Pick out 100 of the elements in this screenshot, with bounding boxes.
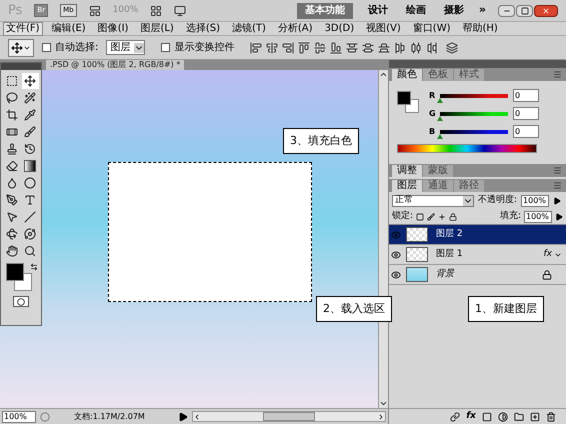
eye-icon — [391, 270, 401, 280]
panel-tab[interactable]: 色板 — [423, 69, 453, 81]
pen-icon — [6, 194, 18, 206]
type-icon — [24, 194, 36, 206]
lock-all-icon — [449, 212, 458, 220]
panel-tab[interactable]: 颜色 — [392, 69, 422, 81]
link-icon — [450, 412, 460, 422]
layer-name: 图层 1 — [436, 248, 464, 261]
quick-mask-button[interactable] — [13, 296, 29, 307]
document-tab[interactable]: .PSD @ 100% (图层 2, RGB/8#) * — [46, 60, 184, 70]
panel-tab[interactable]: 样式 — [454, 69, 484, 81]
layer-row[interactable]: 图层 2 — [389, 225, 566, 245]
checkbox[interactable] — [42, 43, 51, 52]
bandage-icon — [6, 126, 18, 138]
panel-tab[interactable]: 蒙版 — [423, 165, 453, 177]
close-icon — [542, 6, 550, 14]
opacity-slider-icon — [553, 196, 562, 204]
auto-select-dropdown[interactable]: 图层 — [106, 40, 146, 55]
fill-label: 填充: — [500, 210, 521, 223]
menu-item[interactable]: 帮助(H) — [460, 22, 501, 36]
fill-field[interactable]: 100% — [524, 210, 552, 222]
panel-tab[interactable]: 图层 — [392, 180, 422, 192]
menu-item[interactable]: 视图(V) — [363, 22, 404, 36]
document-size: 文档:1.17M/2.07M — [74, 410, 146, 422]
zoom-icon — [24, 245, 36, 257]
menu-item[interactable]: 文件(F) — [3, 22, 43, 36]
maximize-icon — [520, 6, 528, 14]
gradient-icon[interactable] — [24, 160, 36, 172]
menu-item[interactable]: 滤镜(T) — [228, 22, 269, 36]
menu-item[interactable]: 窗口(W) — [410, 22, 454, 36]
distribute-icon — [378, 42, 390, 54]
panel-tab[interactable]: 路径 — [454, 180, 484, 192]
mask-icon — [482, 412, 492, 422]
color-spectrum-bar[interactable] — [397, 144, 537, 153]
trash-icon — [546, 412, 556, 422]
layer-row[interactable]: 图层 1 fx — [389, 245, 566, 265]
align-icon — [330, 42, 342, 54]
adjustment-icon — [498, 412, 508, 422]
eye-icon — [391, 230, 401, 240]
distribute-icon — [346, 42, 358, 54]
align-icon — [314, 42, 326, 54]
status-menu-icon — [178, 412, 188, 422]
tool-preset-button[interactable] — [8, 38, 34, 56]
folder-icon — [514, 412, 524, 422]
callout-label: 1、新建图层 — [468, 296, 544, 322]
panel-tab[interactable]: 通道 — [423, 180, 453, 192]
scroll-thumb[interactable] — [263, 412, 315, 421]
channel-value-field[interactable]: 0 — [513, 125, 539, 138]
effects-label: fx — [544, 248, 552, 261]
align-icon — [250, 42, 262, 54]
workspace-button[interactable]: 绘画 — [402, 2, 429, 18]
distribute-icon — [426, 42, 438, 54]
line-icon — [24, 211, 36, 223]
menu-item[interactable]: 图像(I) — [94, 22, 132, 36]
caret-icon — [134, 42, 144, 52]
menu-item[interactable]: 选择(S) — [182, 22, 223, 36]
new-layer-icon — [530, 412, 540, 422]
color-swatches[interactable] — [4, 263, 30, 291]
slider-thumb[interactable] — [437, 116, 443, 120]
burn-icon — [24, 177, 36, 189]
history-brush-icon — [24, 143, 36, 155]
channel-value-field[interactable]: 0 — [513, 107, 539, 120]
blend-mode-dropdown[interactable]: 正常 — [392, 194, 474, 206]
arrange-icon — [150, 4, 162, 16]
menu-item[interactable]: 编辑(E) — [48, 22, 89, 36]
lasso-icon — [6, 92, 18, 104]
mask-circle-icon — [17, 298, 25, 306]
scroll-up-icon — [379, 70, 388, 79]
stamp-icon — [6, 143, 18, 155]
slider-thumb[interactable] — [437, 134, 443, 138]
more-workspaces-button[interactable]: » — [478, 2, 486, 19]
workspace-button[interactable]: 摄影 — [440, 2, 467, 18]
menu-item[interactable]: 分析(A) — [274, 22, 316, 36]
screen-mode-icon — [174, 4, 186, 16]
swap-colors-icon — [30, 263, 38, 271]
layer-row[interactable]: 背景 — [389, 265, 566, 285]
auto-select-label: 自动选择: — [55, 40, 98, 55]
workspace-button[interactable]: 设计 — [364, 2, 391, 18]
panel-menu-icon — [553, 70, 562, 79]
slider-thumb[interactable] — [437, 98, 443, 102]
panel-menu-icon — [553, 166, 562, 175]
lock-pixels-icon — [427, 212, 436, 220]
menu-item[interactable]: 3D(D) — [322, 22, 358, 36]
layer-name: 背景 — [436, 268, 456, 281]
panel-tab[interactable]: 调整 — [392, 165, 422, 177]
color-swatches[interactable] — [397, 91, 421, 115]
zoom-field[interactable]: 100% — [2, 410, 36, 422]
distribute-icon — [410, 42, 422, 54]
add-style-button[interactable]: fx — [466, 410, 476, 424]
close-button[interactable] — [534, 4, 558, 16]
view-extras-icon — [88, 4, 101, 16]
maximize-button[interactable] — [516, 4, 533, 16]
menu-item[interactable]: 图层(L) — [137, 22, 177, 36]
workspace-button[interactable]: 基本功能 — [296, 2, 353, 18]
panel-menu-icon — [553, 181, 562, 190]
checkbox[interactable] — [161, 43, 170, 52]
minimize-button[interactable] — [498, 4, 515, 16]
channel-value-field[interactable]: 0 — [513, 89, 539, 102]
droplet-icon — [6, 177, 18, 189]
opacity-field[interactable]: 100% — [521, 194, 550, 206]
